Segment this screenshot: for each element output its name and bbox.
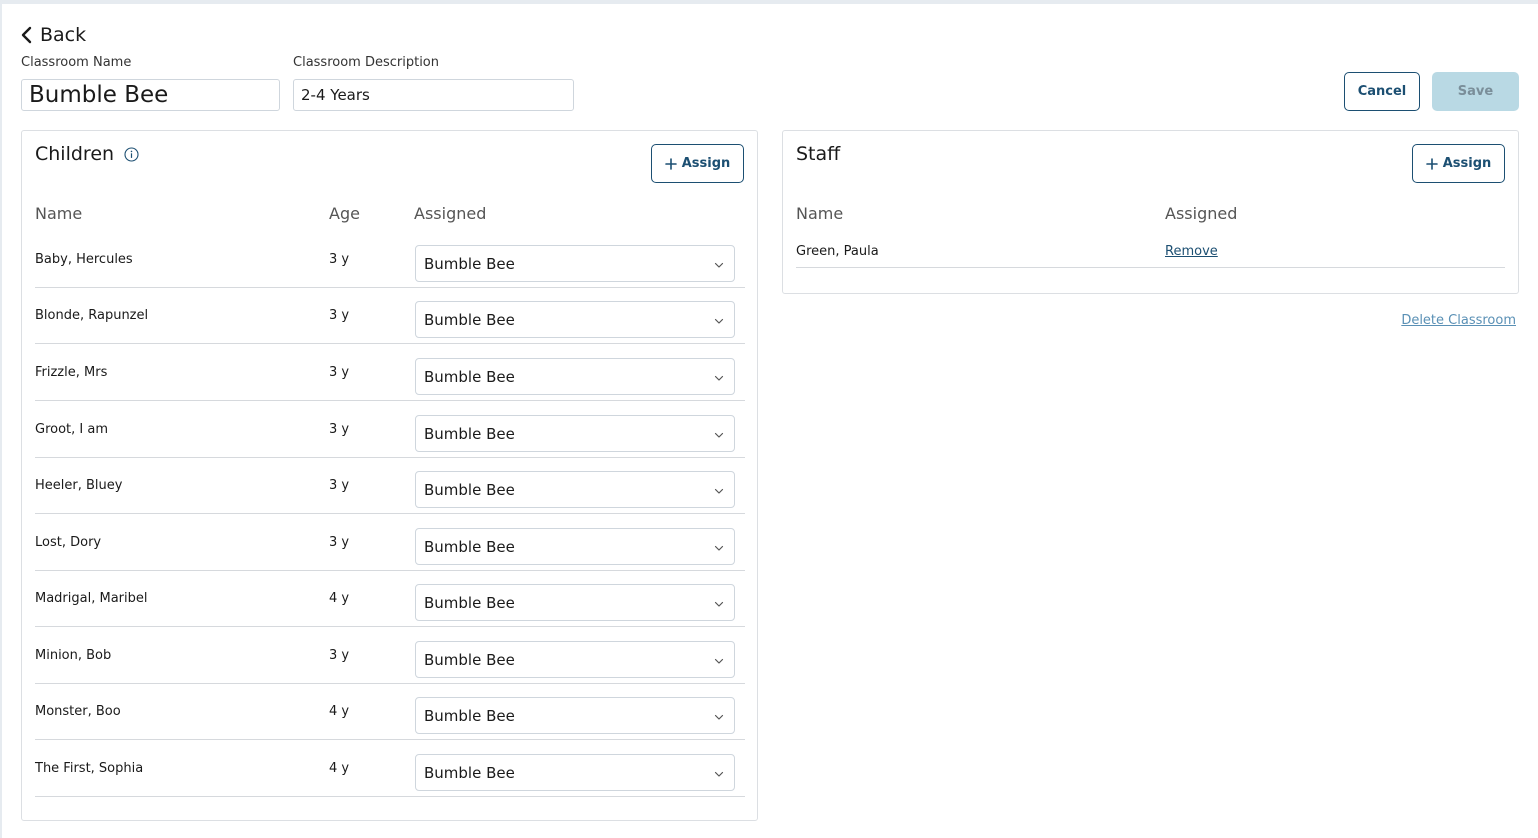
child-age: 3 y (329, 251, 350, 267)
children-col-age: Age (329, 204, 360, 223)
classroom-name-input[interactable] (21, 79, 280, 111)
child-age: 4 y (329, 760, 350, 776)
child-name: Groot, I am (35, 421, 108, 437)
assigned-classroom-select[interactable]: Bumble Bee (415, 697, 735, 734)
child-name: Frizzle, Mrs (35, 364, 108, 380)
info-icon[interactable] (124, 146, 139, 162)
assign-children-label: Assign (681, 156, 731, 171)
assigned-classroom-select[interactable]: Bumble Bee (415, 358, 735, 395)
child-age: 3 y (329, 364, 350, 380)
table-row: The First, Sophia 4 y Bumble Bee (35, 740, 745, 797)
assigned-classroom-value: Bumble Bee (424, 310, 515, 329)
child-name: Blonde, Rapunzel (35, 307, 149, 323)
table-row: Baby, Hercules 3 y Bumble Bee (35, 231, 745, 288)
child-age: 4 y (329, 703, 350, 719)
child-age: 3 y (329, 307, 350, 323)
assigned-classroom-select[interactable]: Bumble Bee (415, 301, 735, 338)
table-row: Heeler, Bluey 3 y Bumble Bee (35, 457, 745, 514)
table-row: Frizzle, Mrs 3 y Bumble Bee (35, 344, 745, 401)
child-name: Minion, Bob (35, 647, 112, 663)
chevron-down-icon (714, 714, 724, 720)
assign-staff-button[interactable]: Assign (1412, 144, 1505, 183)
left-border (0, 0, 2, 838)
assigned-classroom-value: Bumble Bee (424, 706, 515, 725)
chevron-down-icon (714, 432, 724, 438)
chevron-down-icon (714, 771, 724, 777)
assigned-classroom-select[interactable]: Bumble Bee (415, 245, 735, 282)
staff-name: Green, Paula (796, 244, 879, 259)
assigned-classroom-value: Bumble Bee (424, 254, 515, 273)
back-label: Back (40, 24, 87, 46)
child-age: 3 y (329, 477, 350, 493)
table-row: Monster, Boo 4 y Bumble Bee (35, 683, 745, 740)
child-name: Madrigal, Maribel (35, 590, 148, 606)
children-col-assigned: Assigned (414, 204, 487, 223)
assigned-classroom-value: Bumble Bee (424, 537, 515, 556)
classroom-description-label: Classroom Description (293, 55, 440, 70)
classroom-name-label: Classroom Name (21, 55, 132, 70)
assigned-classroom-value: Bumble Bee (424, 424, 515, 443)
children-title-text: Children (35, 143, 115, 165)
chevron-down-icon (714, 488, 724, 494)
assigned-classroom-value: Bumble Bee (424, 367, 515, 386)
assign-staff-label: Assign (1442, 156, 1492, 171)
assigned-classroom-value: Bumble Bee (424, 480, 515, 499)
top-border (0, 0, 1538, 4)
chevron-down-icon (714, 658, 724, 664)
table-row: Groot, I am 3 y Bumble Bee (35, 401, 745, 458)
remove-staff-link[interactable]: Remove (1165, 244, 1218, 259)
table-row: Madrigal, Maribel 4 y Bumble Bee (35, 570, 745, 627)
chevron-down-icon (714, 601, 724, 607)
staff-panel: Staff Assign Name Assigned Green, Paula … (782, 130, 1519, 294)
table-row: Lost, Dory 3 y Bumble Bee (35, 514, 745, 571)
chevron-down-icon (714, 545, 724, 551)
assigned-classroom-select[interactable]: Bumble Bee (415, 415, 735, 452)
plus-icon (1425, 157, 1438, 170)
table-row: Blonde, Rapunzel 3 y Bumble Bee (35, 287, 745, 344)
child-name: Baby, Hercules (35, 251, 133, 267)
cancel-button[interactable]: Cancel (1344, 72, 1420, 111)
child-age: 3 y (329, 534, 350, 550)
chevron-left-icon (21, 26, 32, 44)
assigned-classroom-select[interactable]: Bumble Bee (415, 641, 735, 678)
delete-classroom-link[interactable]: Delete Classroom (1401, 313, 1516, 328)
assigned-classroom-select[interactable]: Bumble Bee (415, 584, 735, 621)
staff-col-assigned: Assigned (1165, 204, 1238, 223)
assigned-classroom-select[interactable]: Bumble Bee (415, 528, 735, 565)
child-age: 4 y (329, 590, 350, 606)
chevron-down-icon (714, 262, 724, 268)
table-row: Green, Paula Remove (796, 231, 1505, 268)
assigned-classroom-select[interactable]: Bumble Bee (415, 754, 735, 791)
child-name: Heeler, Bluey (35, 477, 123, 493)
assigned-classroom-select[interactable]: Bumble Bee (415, 471, 735, 508)
staff-title: Staff (796, 143, 840, 165)
assign-children-button[interactable]: Assign (651, 144, 744, 183)
plus-icon (664, 157, 677, 170)
child-name: Monster, Boo (35, 703, 121, 719)
children-title: Children (35, 143, 139, 165)
assigned-classroom-value: Bumble Bee (424, 650, 515, 669)
staff-title-text: Staff (796, 143, 841, 165)
classroom-description-input[interactable] (293, 79, 574, 111)
child-age: 3 y (329, 647, 350, 663)
assigned-classroom-value: Bumble Bee (424, 593, 515, 612)
chevron-down-icon (714, 375, 724, 381)
children-panel: Children Assign Name Age Assigned Baby, … (21, 130, 758, 821)
save-button[interactable]: Save (1432, 72, 1519, 111)
table-row: Minion, Bob 3 y Bumble Bee (35, 627, 745, 684)
children-col-name: Name (35, 204, 83, 223)
assigned-classroom-value: Bumble Bee (424, 763, 515, 782)
child-age: 3 y (329, 421, 350, 437)
back-button[interactable]: Back (20, 22, 86, 48)
staff-col-name: Name (796, 204, 844, 223)
chevron-down-icon (714, 318, 724, 324)
child-name: Lost, Dory (35, 534, 102, 550)
child-name: The First, Sophia (35, 760, 144, 776)
